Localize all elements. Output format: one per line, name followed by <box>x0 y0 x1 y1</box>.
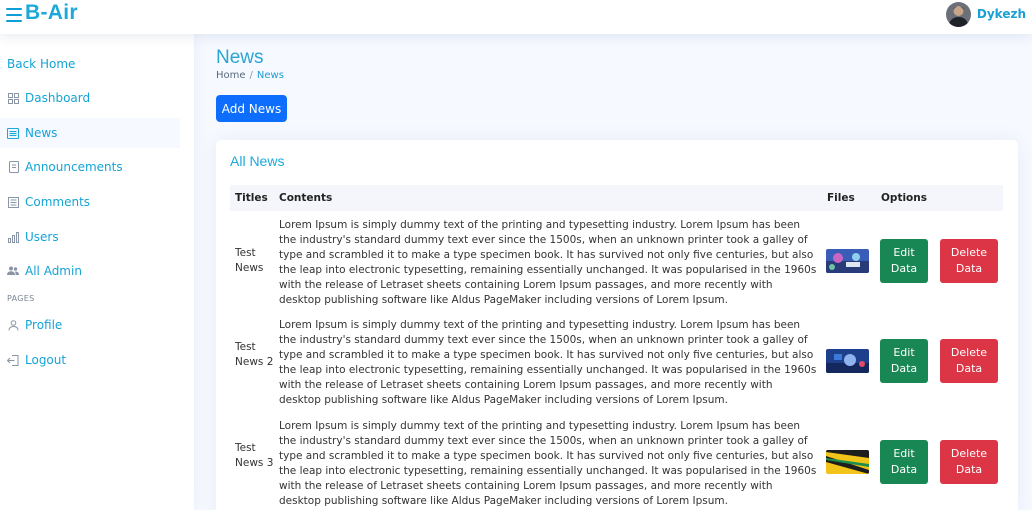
page-title: News <box>216 47 264 68</box>
sidebar-item-label: Logout <box>25 353 67 367</box>
column-header-files: Files <box>827 192 855 204</box>
breadcrumb: Home / News <box>216 70 284 81</box>
table-header: Titles Contents Files Options <box>230 185 1003 211</box>
sidebar-item-comments[interactable]: Comments <box>0 187 180 217</box>
table-row: Test News 3 Lorem Ipsum is simply dummy … <box>230 413 1003 510</box>
sidebar-item-label: Comments <box>25 195 91 209</box>
hamburger-menu-icon[interactable] <box>6 5 24 25</box>
newspaper-icon <box>7 127 19 139</box>
sidebar-item-label: Announcements <box>25 160 123 174</box>
grid-icon <box>7 92 19 104</box>
sidebar-item-announcements[interactable]: Announcements <box>0 152 180 182</box>
row-title: Test News 2 <box>235 341 274 368</box>
brand-logo[interactable]: B-Air <box>25 1 78 25</box>
add-news-button[interactable]: Add News <box>216 95 287 122</box>
sidebar-item-label: Users <box>25 230 59 244</box>
user-name: Dykezh <box>976 7 1026 21</box>
row-content: Lorem Ipsum is simply dummy text of the … <box>279 319 817 406</box>
edit-data-button[interactable]: Edit Data <box>880 440 928 484</box>
sidebar-item-label: Profile <box>25 318 63 332</box>
row-title: Test News <box>235 247 264 274</box>
card-title: All News <box>230 153 285 169</box>
row-content: Lorem Ipsum is simply dummy text of the … <box>279 420 817 507</box>
sidebar-heading-pages: PAGES <box>7 294 35 303</box>
breadcrumb-current: News <box>256 70 284 81</box>
avatar <box>945 1 971 27</box>
file-thumbnail[interactable] <box>826 349 869 373</box>
breadcrumb-home[interactable]: Home <box>216 70 246 81</box>
row-content: Lorem Ipsum is simply dummy text of the … <box>279 219 817 306</box>
file-thumbnail[interactable] <box>826 450 869 474</box>
column-header-contents: Contents <box>279 192 333 204</box>
layout-text-icon <box>7 196 19 208</box>
delete-data-button[interactable]: Delete Data <box>940 339 998 383</box>
sidebar-item-dashboard[interactable]: Dashboard <box>0 83 180 113</box>
file-thumbnail[interactable] <box>826 249 869 273</box>
sidebar: Back Home Dashboard News Announcements C… <box>0 34 194 510</box>
table-row: Test News 2 Lorem Ipsum is simply dummy … <box>230 312 1003 413</box>
sidebar-item-news[interactable]: News <box>0 118 180 148</box>
row-title: Test News 3 <box>235 442 274 469</box>
sidebar-item-label: All Admin <box>25 264 82 278</box>
logout-icon <box>7 354 19 366</box>
sidebar-item-back-home[interactable]: Back Home <box>0 49 180 79</box>
sidebar-item-label: Back Home <box>7 57 76 71</box>
delete-data-button[interactable]: Delete Data <box>940 440 998 484</box>
table-row: Test News Lorem Ipsum is simply dummy te… <box>230 212 1003 313</box>
edit-data-button[interactable]: Edit Data <box>880 339 928 383</box>
journal-icon <box>7 161 19 173</box>
column-header-titles: Titles <box>235 192 268 204</box>
sidebar-item-label: News <box>25 126 58 140</box>
sidebar-item-users[interactable]: Users <box>0 222 180 252</box>
breadcrumb-separator: / <box>249 70 253 81</box>
people-icon <box>7 265 19 277</box>
delete-data-button[interactable]: Delete Data <box>940 239 998 283</box>
sidebar-item-all-admin[interactable]: All Admin <box>0 256 180 286</box>
profile-menu[interactable]: Dykezh <box>945 1 1026 27</box>
sidebar-item-profile[interactable]: Profile <box>0 310 180 340</box>
all-news-card: All News Titles Contents Files Options T… <box>216 140 1018 510</box>
person-icon <box>7 319 19 331</box>
bar-chart-icon <box>7 231 19 243</box>
top-header: B-Air Dykezh <box>0 0 1032 34</box>
edit-data-button[interactable]: Edit Data <box>880 239 928 283</box>
column-header-options: Options <box>881 192 927 204</box>
sidebar-item-label: Dashboard <box>25 91 91 105</box>
sidebar-item-logout[interactable]: Logout <box>0 345 180 375</box>
